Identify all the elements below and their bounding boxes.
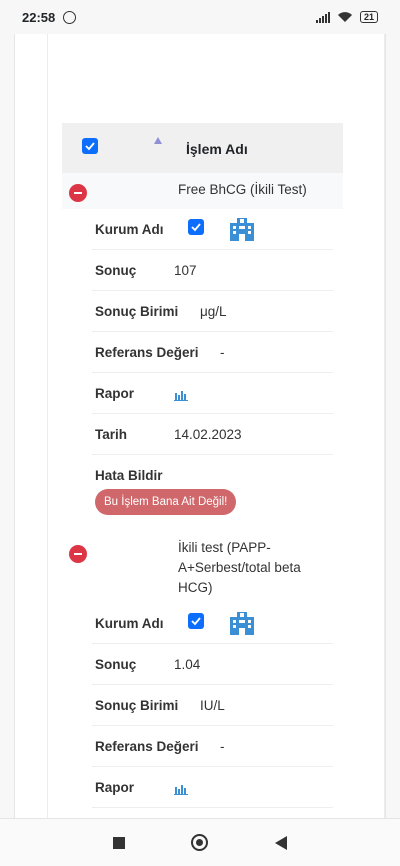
detail-row-sonuc: Sonuç 1.04 <box>92 644 333 685</box>
detail-row-kurum: Kurum Adı <box>92 603 333 644</box>
detail-label: Rapor <box>95 780 135 795</box>
signal-icon <box>315 11 330 23</box>
status-time: 22:58 <box>22 9 56 25</box>
hospital-building-icon[interactable] <box>228 609 256 637</box>
report-chart-icon[interactable] <box>174 389 188 401</box>
detail-row-tarih: Tarih 14.02.2023 <box>92 414 333 455</box>
detail-label: Referans Değeri <box>95 345 199 360</box>
kurum-checkbox[interactable] <box>188 219 204 235</box>
alarm-icon <box>63 10 77 24</box>
detail-label: Tarih <box>95 427 128 442</box>
back-button[interactable] <box>274 835 287 850</box>
detail-label: Sonuç <box>95 657 137 672</box>
detail-label: Sonuç <box>95 263 137 278</box>
detail-row-birim: Sonuç Birimi IU/L <box>92 685 333 726</box>
detail-row-referans: Referans Değeri - <box>92 726 333 767</box>
column-header-islem-adi[interactable]: İşlem Adı <box>186 141 248 157</box>
detail-row-referans: Referans Değeri - <box>92 332 333 373</box>
detail-row-kurum: Kurum Adı <box>92 209 333 250</box>
detail-value: μg/L <box>200 304 227 319</box>
detail-row-sonuc: Sonuç 107 <box>92 250 333 291</box>
page-content[interactable]: İşlem Adı Free BhCG (İkili Test) Kurum A… <box>0 34 400 818</box>
detail-label: Kurum Adı <box>95 222 164 237</box>
android-nav-bar <box>0 818 400 866</box>
table-row: Free BhCG (İkili Test) <box>62 173 343 209</box>
detail-value: - <box>220 739 225 754</box>
status-bar: 22:58 21 <box>0 0 400 34</box>
battery-indicator: 21 <box>359 11 378 23</box>
kurum-checkbox[interactable] <box>188 613 204 629</box>
detail-value: IU/L <box>200 698 225 713</box>
detail-label: Sonuç Birimi <box>95 698 179 713</box>
sort-asc-icon[interactable] <box>154 137 162 144</box>
detail-label: Kurum Adı <box>95 616 164 631</box>
detail-row-rapor: Rapor <box>92 373 333 414</box>
wifi-icon <box>337 12 352 22</box>
select-all-checkbox[interactable] <box>82 138 98 154</box>
home-button[interactable] <box>191 834 209 851</box>
detail-value: 1.04 <box>174 657 201 672</box>
detail-label: Sonuç Birimi <box>95 304 179 319</box>
detail-value: - <box>220 345 225 360</box>
recents-button[interactable] <box>113 836 126 849</box>
detail-label: Referans Değeri <box>95 739 199 754</box>
results-table: İşlem Adı Free BhCG (İkili Test) Kurum A… <box>62 123 343 808</box>
report-error-button[interactable]: Bu İşlem Bana Ait Değil! <box>95 489 237 515</box>
detail-row-rapor: Rapor <box>92 767 333 808</box>
detail-label: Rapor <box>95 386 135 401</box>
collapse-row-icon[interactable] <box>69 184 87 202</box>
detail-value: 14.02.2023 <box>174 427 242 442</box>
test-name: İkili test (PAPP-A+Serbest/total beta HC… <box>178 540 301 595</box>
table-row: İkili test (PAPP-A+Serbest/total beta HC… <box>62 533 343 603</box>
collapse-row-icon[interactable] <box>69 545 87 563</box>
detail-value: 107 <box>174 263 197 278</box>
detail-row-hata: Hata Bildir Bu İşlem Bana Ait Değil! <box>92 455 343 533</box>
hospital-building-icon[interactable] <box>228 215 256 243</box>
report-chart-icon[interactable] <box>174 783 188 795</box>
test-name: Free BhCG (İkili Test) <box>178 182 307 197</box>
table-header: İşlem Adı <box>62 123 343 173</box>
detail-row-birim: Sonuç Birimi μg/L <box>92 291 333 332</box>
detail-label: Hata Bildir <box>95 468 163 483</box>
